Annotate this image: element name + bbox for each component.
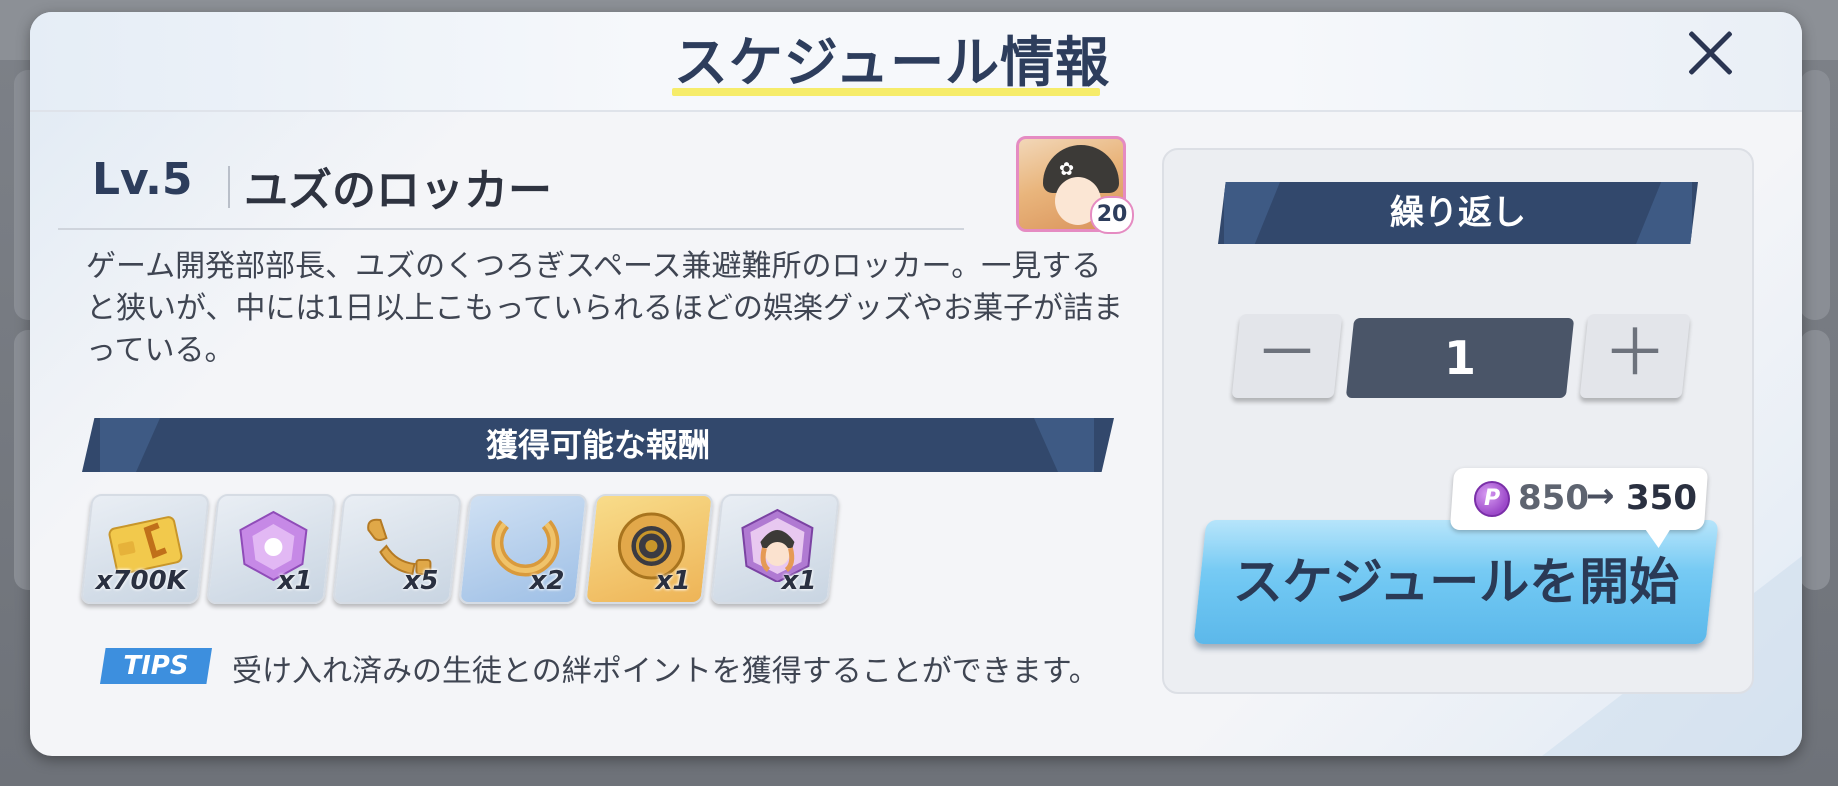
portrait-count-badge: 20 — [1090, 196, 1134, 234]
start-schedule-label: スケジュールを開始 — [1232, 553, 1680, 611]
plus-icon: ＋ — [1603, 317, 1667, 391]
increase-button[interactable]: ＋ — [1579, 314, 1691, 398]
reward-quantity: x1 — [781, 566, 817, 596]
reward-quantity: x1 — [277, 566, 313, 596]
background-card — [1800, 330, 1830, 590]
reward-item[interactable]: x2 — [458, 494, 588, 604]
start-schedule-button[interactable]: スケジュールを開始 — [1193, 520, 1719, 644]
tips-badge: TIPS — [100, 648, 212, 684]
arrow-right-icon: → — [1586, 476, 1615, 516]
background-card — [1800, 70, 1830, 320]
location-level: Lv.5 — [92, 154, 193, 205]
cost-bubble: P 850 → 350 — [1449, 468, 1709, 530]
rewards-title: 獲得可能な報酬 — [485, 426, 710, 464]
reward-quantity: x5 — [403, 566, 439, 596]
cost-current: 850 — [1518, 478, 1589, 518]
minus-icon: － — [1255, 317, 1319, 391]
cost-content: P 850 → 350 — [1452, 468, 1706, 530]
close-button[interactable] — [1680, 22, 1742, 84]
location-heading: Lv.5 ユズのロッカー — [58, 138, 964, 230]
tips-text: 受け入れ済みの生徒との絆ポイントを獲得することができます。 — [232, 654, 1099, 689]
reward-quantity: x2 — [529, 566, 565, 596]
repeat-title: 繰り返し — [1390, 193, 1526, 233]
reward-item[interactable]: x5 — [332, 494, 462, 604]
location-description: ゲーム開発部部長、ユズのくつろぎスペース兼避難所のロッカー。一見すると狭いが、中… — [86, 249, 1123, 368]
reward-item[interactable]: x1 — [584, 494, 714, 604]
ap-point-icon: P — [1474, 481, 1510, 517]
reward-item[interactable]: x1 — [710, 494, 840, 604]
hair-flower-icon: ✿ — [1059, 159, 1075, 180]
title-underline — [672, 88, 1100, 96]
heading-divider — [228, 166, 230, 208]
repeat-count: 1 — [1443, 331, 1476, 385]
reward-quantity: x700K — [95, 566, 187, 596]
reward-item[interactable]: x700K — [80, 494, 210, 604]
dialog-title: スケジュール情報 — [673, 31, 1111, 94]
decrease-button[interactable]: － — [1231, 314, 1343, 398]
reward-item[interactable]: x1 — [206, 494, 336, 604]
repeat-count-display: 1 — [1345, 318, 1575, 398]
location-name: ユズのロッカー — [244, 165, 552, 216]
cost-after: 350 — [1626, 478, 1697, 518]
reward-quantity: x1 — [655, 566, 691, 596]
